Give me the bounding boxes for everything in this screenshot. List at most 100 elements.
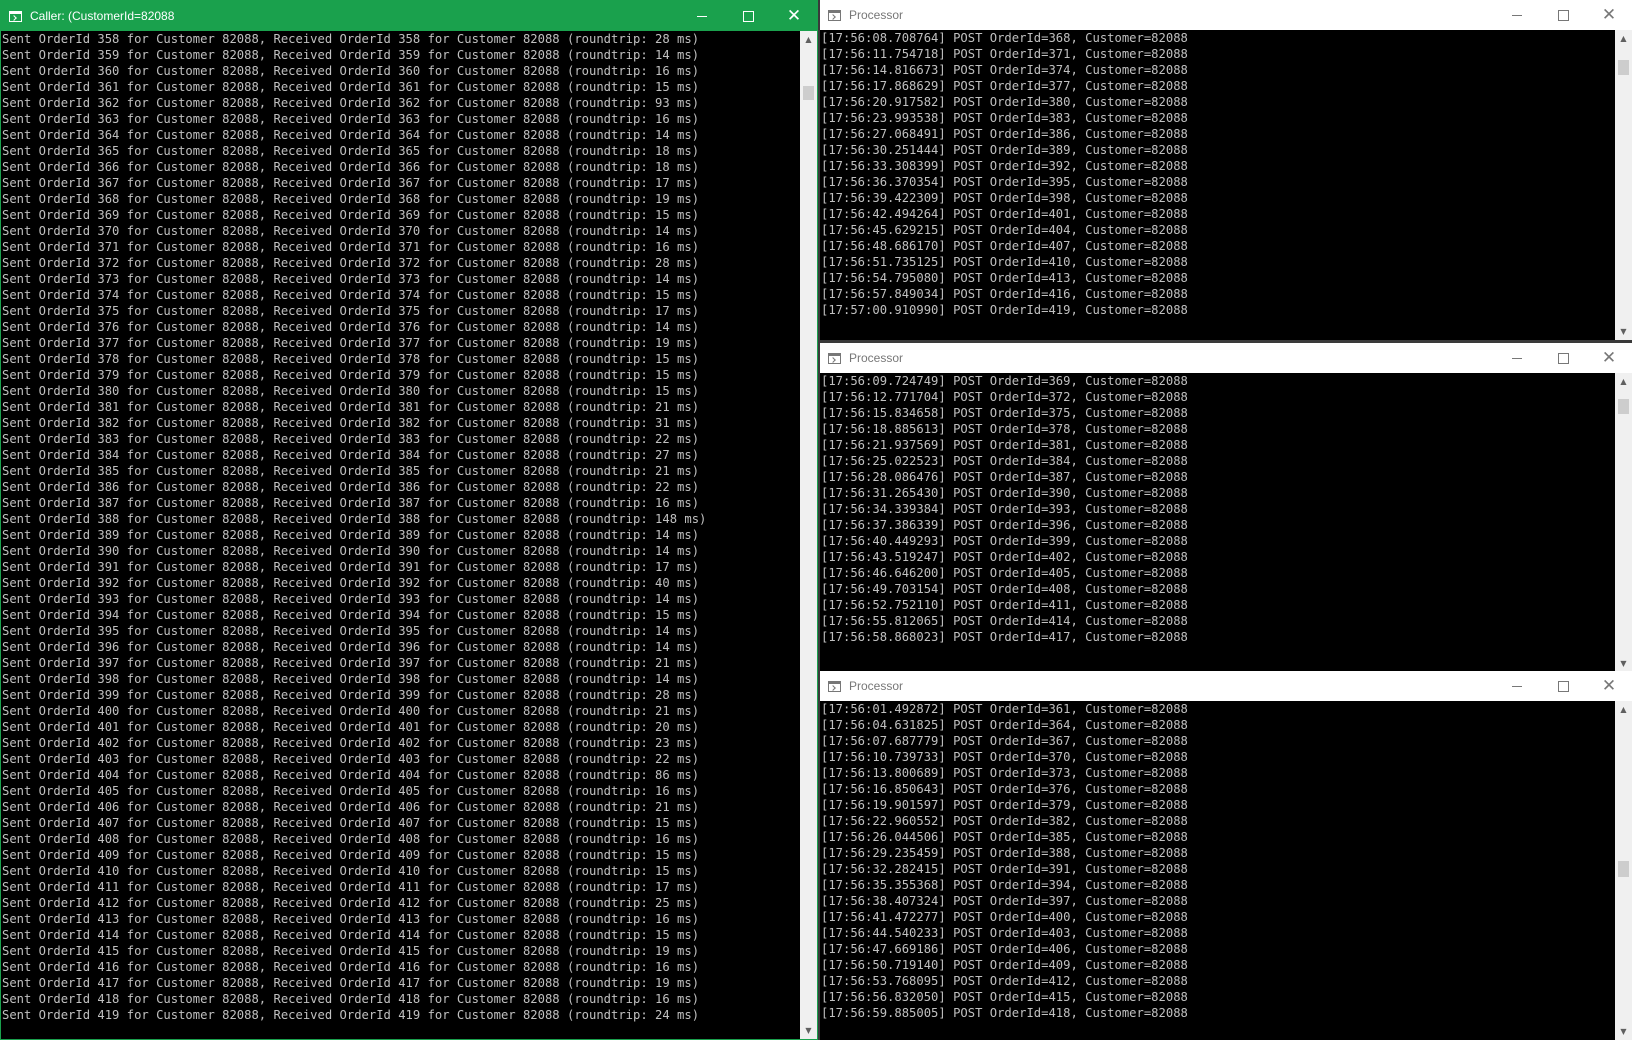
console-output[interactable]: [17:56:08.708764] POST OrderId=368, Cust… xyxy=(820,30,1615,340)
console-line: [17:56:11.754718] POST OrderId=371, Cust… xyxy=(821,47,1188,61)
console-line: Sent OrderId 407 for Customer 82088, Rec… xyxy=(2,816,700,830)
console-line: Sent OrderId 403 for Customer 82088, Rec… xyxy=(2,752,700,766)
scroll-thumb[interactable] xyxy=(1618,861,1629,877)
console-output[interactable]: [17:56:01.492872] POST OrderId=361, Cust… xyxy=(820,701,1615,1040)
console-line: Sent OrderId 410 for Customer 82088, Rec… xyxy=(2,864,700,878)
close-button[interactable]: ✕ xyxy=(771,1,817,31)
console-output[interactable]: [17:56:09.724749] POST OrderId=369, Cust… xyxy=(820,373,1615,672)
scroll-up-arrow-icon[interactable]: ▲ xyxy=(1615,373,1632,390)
console-line: Sent OrderId 398 for Customer 82088, Rec… xyxy=(2,672,700,686)
processor-window: Processor ✕ [17:56:01.492872] POST Order… xyxy=(820,671,1632,1040)
maximize-button[interactable] xyxy=(1540,0,1586,30)
console-line: Sent OrderId 419 for Customer 82088, Rec… xyxy=(2,1008,700,1022)
vertical-scrollbar[interactable]: ▲ ▼ xyxy=(1615,373,1632,672)
close-button[interactable]: ✕ xyxy=(1586,0,1632,30)
vertical-scrollbar[interactable]: ▲ ▼ xyxy=(1615,701,1632,1040)
console-app-icon xyxy=(828,352,841,364)
console-line: [17:56:14.816673] POST OrderId=374, Cust… xyxy=(821,63,1188,77)
console-line: [17:56:27.068491] POST OrderId=386, Cust… xyxy=(821,127,1188,141)
processor-title-bar[interactable]: Processor ✕ xyxy=(820,343,1632,373)
console-line: Sent OrderId 386 for Customer 82088, Rec… xyxy=(2,480,700,494)
console-output[interactable]: Sent OrderId 358 for Customer 82088, Rec… xyxy=(1,31,800,1039)
console-line: Sent OrderId 395 for Customer 82088, Rec… xyxy=(2,624,700,638)
scroll-up-arrow-icon[interactable]: ▲ xyxy=(800,31,817,48)
processor-title-bar[interactable]: Processor ✕ xyxy=(820,0,1632,30)
console-line: [17:56:29.235459] POST OrderId=388, Cust… xyxy=(821,846,1188,860)
scroll-down-arrow-icon[interactable]: ▼ xyxy=(1615,323,1632,340)
console-line: Sent OrderId 387 for Customer 82088, Rec… xyxy=(2,496,700,510)
console-line: [17:56:53.768095] POST OrderId=412, Cust… xyxy=(821,974,1188,988)
console-line: Sent OrderId 391 for Customer 82088, Rec… xyxy=(2,560,700,574)
minimize-button[interactable] xyxy=(1494,343,1540,373)
minimize-button[interactable] xyxy=(1494,671,1540,701)
console-line: [17:57:00.910990] POST OrderId=419, Cust… xyxy=(821,303,1188,317)
scroll-thumb[interactable] xyxy=(1618,399,1629,414)
close-button[interactable]: ✕ xyxy=(1586,343,1632,373)
console-line: Sent OrderId 408 for Customer 82088, Rec… xyxy=(2,832,700,846)
console-line: Sent OrderId 390 for Customer 82088, Rec… xyxy=(2,544,700,558)
console-line: Sent OrderId 404 for Customer 82088, Rec… xyxy=(2,768,700,782)
console-line: Sent OrderId 374 for Customer 82088, Rec… xyxy=(2,288,700,302)
scroll-thumb[interactable] xyxy=(1618,60,1629,75)
console-line: Sent OrderId 381 for Customer 82088, Rec… xyxy=(2,400,700,414)
console-line: Sent OrderId 388 for Customer 82088, Rec… xyxy=(2,512,707,526)
maximize-button[interactable] xyxy=(1540,343,1586,373)
console-app-icon xyxy=(828,9,841,21)
console-line: [17:56:20.917582] POST OrderId=380, Cust… xyxy=(821,95,1188,109)
console-line: Sent OrderId 373 for Customer 82088, Rec… xyxy=(2,272,700,286)
console-line: Sent OrderId 399 for Customer 82088, Rec… xyxy=(2,688,700,702)
console-line: Sent OrderId 406 for Customer 82088, Rec… xyxy=(2,800,700,814)
console-line: Sent OrderId 383 for Customer 82088, Rec… xyxy=(2,432,700,446)
scroll-down-arrow-icon[interactable]: ▼ xyxy=(1615,655,1632,672)
console-line: [17:56:45.629215] POST OrderId=404, Cust… xyxy=(821,223,1188,237)
console-line: Sent OrderId 365 for Customer 82088, Rec… xyxy=(2,144,700,158)
minimize-button[interactable] xyxy=(679,1,725,31)
window-title: Processor xyxy=(849,679,904,693)
minimize-button[interactable] xyxy=(1494,0,1540,30)
console-line: [17:56:13.800689] POST OrderId=373, Cust… xyxy=(821,766,1188,780)
console-line: [17:56:54.795080] POST OrderId=413, Cust… xyxy=(821,271,1188,285)
console-line: [17:56:41.472277] POST OrderId=400, Cust… xyxy=(821,910,1188,924)
console-line: Sent OrderId 400 for Customer 82088, Rec… xyxy=(2,704,700,718)
processor-window: Processor ✕ [17:56:08.708764] POST Order… xyxy=(820,0,1632,340)
console-line: Sent OrderId 362 for Customer 82088, Rec… xyxy=(2,96,700,110)
close-button[interactable]: ✕ xyxy=(1586,671,1632,701)
console-line: [17:56:55.812065] POST OrderId=414, Cust… xyxy=(821,614,1188,628)
window-title: Caller: (CustomerId=82088 xyxy=(30,9,175,23)
scroll-up-arrow-icon[interactable]: ▲ xyxy=(1615,701,1632,718)
console-line: [17:56:36.370354] POST OrderId=395, Cust… xyxy=(821,175,1188,189)
vertical-scrollbar[interactable]: ▲ ▼ xyxy=(800,31,817,1039)
console-line: [17:56:56.832050] POST OrderId=415, Cust… xyxy=(821,990,1188,1004)
console-line: [17:56:40.449293] POST OrderId=399, Cust… xyxy=(821,534,1188,548)
console-line: [17:56:16.850643] POST OrderId=376, Cust… xyxy=(821,782,1188,796)
console-line: Sent OrderId 416 for Customer 82088, Rec… xyxy=(2,960,700,974)
console-line: [17:56:58.868023] POST OrderId=417, Cust… xyxy=(821,630,1188,644)
console-line: Sent OrderId 409 for Customer 82088, Rec… xyxy=(2,848,700,862)
caller-title-bar[interactable]: Caller: (CustomerId=82088 ✕ xyxy=(1,1,817,31)
console-line: Sent OrderId 385 for Customer 82088, Rec… xyxy=(2,464,700,478)
console-app-icon xyxy=(828,680,841,692)
processor-title-bar[interactable]: Processor ✕ xyxy=(820,671,1632,701)
console-line: [17:56:38.407324] POST OrderId=397, Cust… xyxy=(821,894,1188,908)
console-line: [17:56:19.901597] POST OrderId=379, Cust… xyxy=(821,798,1188,812)
console-line: Sent OrderId 392 for Customer 82088, Rec… xyxy=(2,576,700,590)
console-app-icon xyxy=(9,10,22,22)
vertical-scrollbar[interactable]: ▲ ▼ xyxy=(1615,30,1632,340)
console-line: [17:56:23.993538] POST OrderId=383, Cust… xyxy=(821,111,1188,125)
maximize-button[interactable] xyxy=(725,1,771,31)
console-line: [17:56:42.494264] POST OrderId=401, Cust… xyxy=(821,207,1188,221)
console-line: Sent OrderId 363 for Customer 82088, Rec… xyxy=(2,112,700,126)
scroll-down-arrow-icon[interactable]: ▼ xyxy=(800,1022,817,1039)
console-line: Sent OrderId 389 for Customer 82088, Rec… xyxy=(2,528,700,542)
scroll-thumb[interactable] xyxy=(803,86,814,100)
console-line: Sent OrderId 405 for Customer 82088, Rec… xyxy=(2,784,700,798)
scroll-down-arrow-icon[interactable]: ▼ xyxy=(1615,1023,1632,1040)
console-line: Sent OrderId 371 for Customer 82088, Rec… xyxy=(2,240,700,254)
console-line: Sent OrderId 358 for Customer 82088, Rec… xyxy=(2,32,700,46)
console-line: [17:56:43.519247] POST OrderId=402, Cust… xyxy=(821,550,1188,564)
console-line: Sent OrderId 361 for Customer 82088, Rec… xyxy=(2,80,700,94)
console-line: [17:56:52.752110] POST OrderId=411, Cust… xyxy=(821,598,1188,612)
console-line: Sent OrderId 366 for Customer 82088, Rec… xyxy=(2,160,700,174)
maximize-button[interactable] xyxy=(1540,671,1586,701)
scroll-up-arrow-icon[interactable]: ▲ xyxy=(1615,30,1632,47)
